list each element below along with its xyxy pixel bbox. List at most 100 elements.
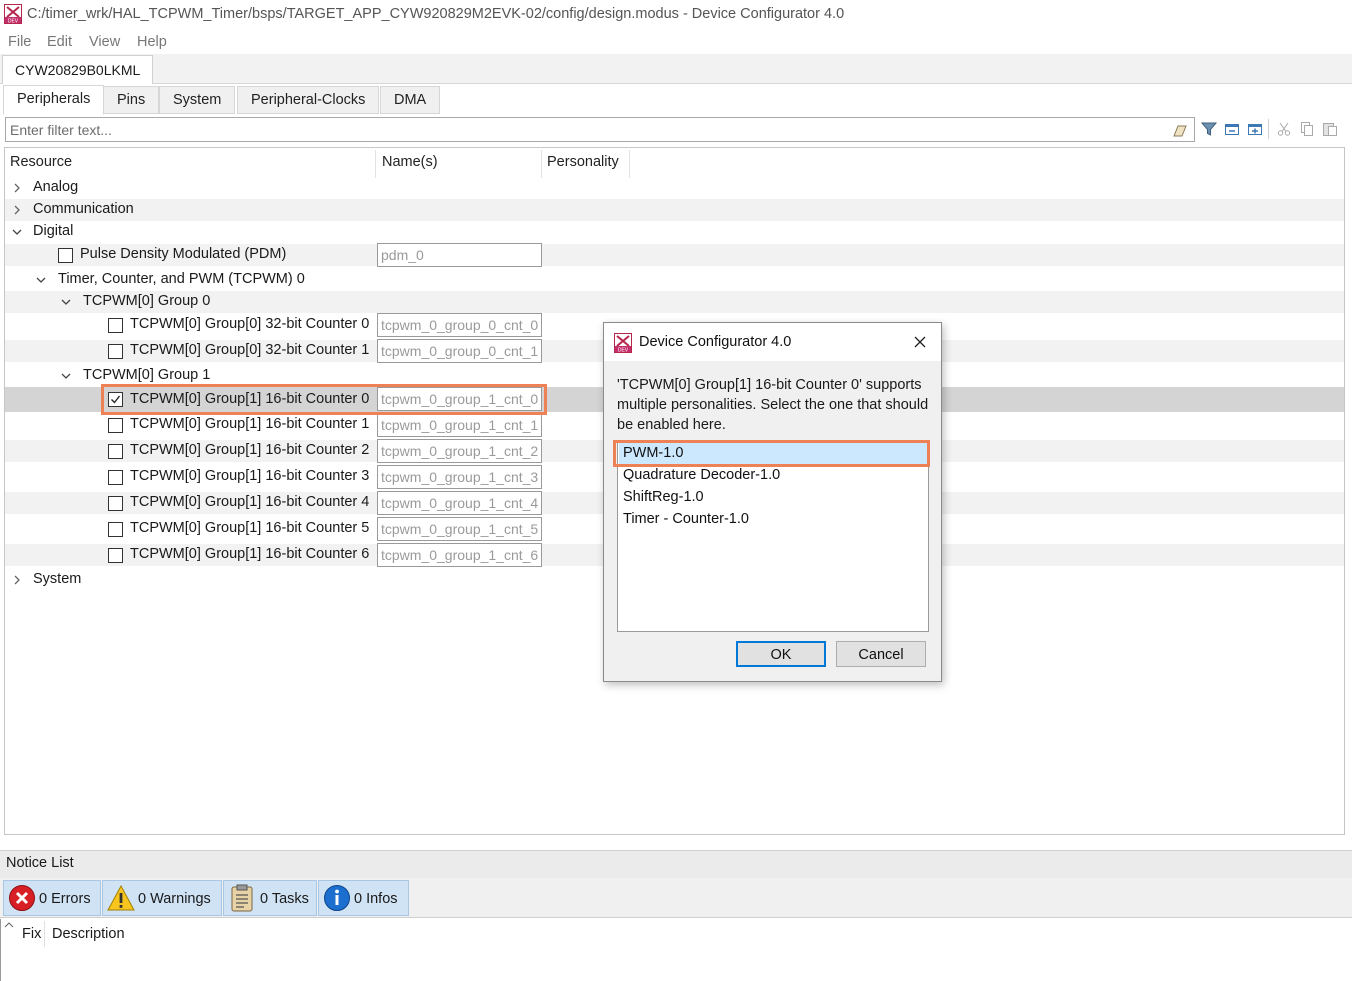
name-field[interactable]: tcpwm_0_group_1_cnt_6 bbox=[377, 543, 542, 567]
notice-list-header bbox=[0, 850, 1352, 878]
tree-row-label: TCPWM[0] Group[1] 16-bit Counter 5 bbox=[130, 520, 370, 536]
highlight-box bbox=[101, 384, 547, 415]
chevron-right-icon[interactable] bbox=[11, 574, 23, 586]
tab-peripheral-clocks[interactable]: Peripheral-Clocks bbox=[237, 86, 380, 114]
tree-row-label: TCPWM[0] Group[1] 16-bit Counter 4 bbox=[130, 494, 370, 510]
checkbox[interactable] bbox=[108, 470, 123, 485]
warning-icon bbox=[107, 884, 135, 911]
column-header-resource[interactable]: Resource bbox=[10, 154, 72, 170]
tree-row-label: Pulse Density Modulated (PDM) bbox=[80, 246, 287, 262]
infos-count: 0 Infos bbox=[354, 891, 398, 907]
tasks-filter-button[interactable]: 0 Tasks bbox=[223, 880, 317, 916]
tree-row-label: TCPWM[0] Group[1] 16-bit Counter 3 bbox=[130, 468, 370, 484]
checkbox[interactable] bbox=[108, 418, 123, 433]
name-field[interactable]: tcpwm_0_group_0_cnt_1 bbox=[377, 339, 542, 363]
tree-row-label: TCPWM[0] Group 1 bbox=[83, 367, 211, 383]
personality-option[interactable]: Timer - Counter-1.0 bbox=[623, 511, 749, 527]
menu-file[interactable]: File bbox=[8, 34, 31, 50]
checkbox[interactable] bbox=[108, 522, 123, 537]
column-header-fix[interactable]: Fix bbox=[22, 926, 41, 942]
expand-all-icon[interactable] bbox=[1247, 121, 1263, 137]
filter-icon[interactable] bbox=[1201, 121, 1217, 137]
tree-row-communication[interactable]: Communication bbox=[5, 199, 1344, 221]
tree-row-label: TCPWM[0] Group[1] 16-bit Counter 6 bbox=[130, 546, 370, 562]
name-field[interactable]: pdm_0 bbox=[377, 243, 542, 267]
personality-list[interactable]: PWM-1.0 Quadrature Decoder-1.0 ShiftReg-… bbox=[617, 440, 929, 632]
menu-view[interactable]: View bbox=[89, 34, 120, 50]
copy-icon[interactable] bbox=[1299, 121, 1315, 137]
column-separator bbox=[44, 921, 45, 947]
tree-row-label: System bbox=[33, 571, 82, 587]
toolbar-separator bbox=[1268, 119, 1269, 139]
name-field[interactable]: tcpwm_0_group_1_cnt_3 bbox=[377, 465, 542, 489]
dialog-titlebar[interactable]: DEV Device Configurator 4.0 bbox=[604, 323, 941, 361]
checkbox[interactable] bbox=[108, 318, 123, 333]
name-field[interactable]: tcpwm_0_group_1_cnt_4 bbox=[377, 491, 542, 515]
chevron-down-icon[interactable] bbox=[60, 370, 72, 382]
device-configurator-app-icon: DEV bbox=[4, 4, 22, 24]
name-field[interactable]: tcpwm_0_group_0_cnt_0 bbox=[377, 313, 542, 337]
tree-row-label: Analog bbox=[33, 179, 79, 195]
svg-text:DEV: DEV bbox=[8, 18, 19, 24]
checkbox[interactable] bbox=[108, 548, 123, 563]
info-icon bbox=[324, 885, 350, 911]
column-header-personality[interactable]: Personality bbox=[547, 154, 619, 170]
column-separator bbox=[629, 150, 630, 178]
device-tab[interactable]: CYW20829B0LKML bbox=[2, 55, 154, 85]
ok-button[interactable]: OK bbox=[736, 641, 826, 667]
collapse-all-icon[interactable] bbox=[1224, 121, 1240, 137]
filter-box bbox=[5, 117, 1195, 142]
filter-input[interactable] bbox=[8, 120, 1168, 139]
checkbox[interactable] bbox=[108, 444, 123, 459]
tab-system[interactable]: System bbox=[159, 86, 236, 114]
tree-row-label: TCPWM[0] Group[1] 16-bit Counter 1 bbox=[130, 416, 370, 432]
checkbox[interactable] bbox=[108, 496, 123, 511]
tree-row-analog[interactable]: Analog bbox=[5, 177, 1344, 199]
name-field[interactable]: tcpwm_0_group_1_cnt_1 bbox=[377, 413, 542, 437]
personality-option[interactable]: Quadrature Decoder-1.0 bbox=[623, 467, 780, 483]
chevron-down-icon[interactable] bbox=[35, 274, 47, 286]
column-header-description[interactable]: Description bbox=[52, 926, 125, 942]
tree-row-label: Digital bbox=[33, 223, 74, 239]
chevron-right-icon[interactable] bbox=[11, 204, 23, 216]
paste-icon[interactable] bbox=[1322, 121, 1338, 137]
warnings-count: 0 Warnings bbox=[138, 891, 211, 907]
dialog-message: 'TCPWM[0] Group[1] 16-bit Counter 0' sup… bbox=[617, 377, 929, 433]
checkbox[interactable] bbox=[108, 344, 123, 359]
menu-edit[interactable]: Edit bbox=[47, 34, 72, 50]
device-tab-strip bbox=[0, 54, 1352, 84]
name-field[interactable]: tcpwm_0_group_1_cnt_2 bbox=[377, 439, 542, 463]
cut-icon[interactable] bbox=[1276, 121, 1292, 137]
close-icon[interactable] bbox=[912, 334, 928, 350]
errors-filter-button[interactable]: 0 Errors bbox=[3, 880, 101, 916]
highlight-box bbox=[613, 440, 930, 467]
tree-row-pdm[interactable]: Pulse Density Modulated (PDM) pdm_0 bbox=[5, 243, 1344, 267]
tab-dma[interactable]: DMA bbox=[380, 86, 441, 114]
sort-caret-icon bbox=[4, 922, 14, 928]
menu-help[interactable]: Help bbox=[137, 34, 167, 50]
chevron-down-icon[interactable] bbox=[11, 226, 23, 238]
infos-filter-button[interactable]: 0 Infos bbox=[318, 880, 409, 916]
eraser-icon[interactable] bbox=[1172, 122, 1188, 138]
tree-row-tcpwm-0[interactable]: Timer, Counter, and PWM (TCPWM) 0 bbox=[5, 269, 1344, 291]
column-header-names[interactable]: Name(s) bbox=[382, 154, 438, 170]
notice-table-edge bbox=[0, 919, 1, 981]
notice-list-title: Notice List bbox=[6, 855, 74, 871]
tree-row-group-0[interactable]: TCPWM[0] Group 0 bbox=[5, 291, 1344, 313]
cancel-button[interactable]: Cancel bbox=[836, 641, 926, 667]
personality-option[interactable]: ShiftReg-1.0 bbox=[623, 489, 704, 505]
warnings-filter-button[interactable]: 0 Warnings bbox=[102, 880, 222, 916]
tab-pins[interactable]: Pins bbox=[103, 86, 160, 114]
tree-row-label: TCPWM[0] Group 0 bbox=[83, 293, 211, 309]
chevron-down-icon[interactable] bbox=[60, 296, 72, 308]
tasks-count: 0 Tasks bbox=[260, 891, 309, 907]
name-field[interactable]: tcpwm_0_group_1_cnt_5 bbox=[377, 517, 542, 541]
column-separator bbox=[541, 150, 542, 178]
checkbox[interactable] bbox=[58, 248, 73, 263]
tab-peripherals[interactable]: Peripherals bbox=[3, 85, 105, 115]
clipboard-icon bbox=[231, 884, 253, 912]
column-separator bbox=[375, 150, 376, 178]
device-configurator-app-icon: DEV bbox=[614, 333, 632, 353]
tree-row-digital[interactable]: Digital bbox=[5, 221, 1344, 243]
chevron-right-icon[interactable] bbox=[11, 182, 23, 194]
